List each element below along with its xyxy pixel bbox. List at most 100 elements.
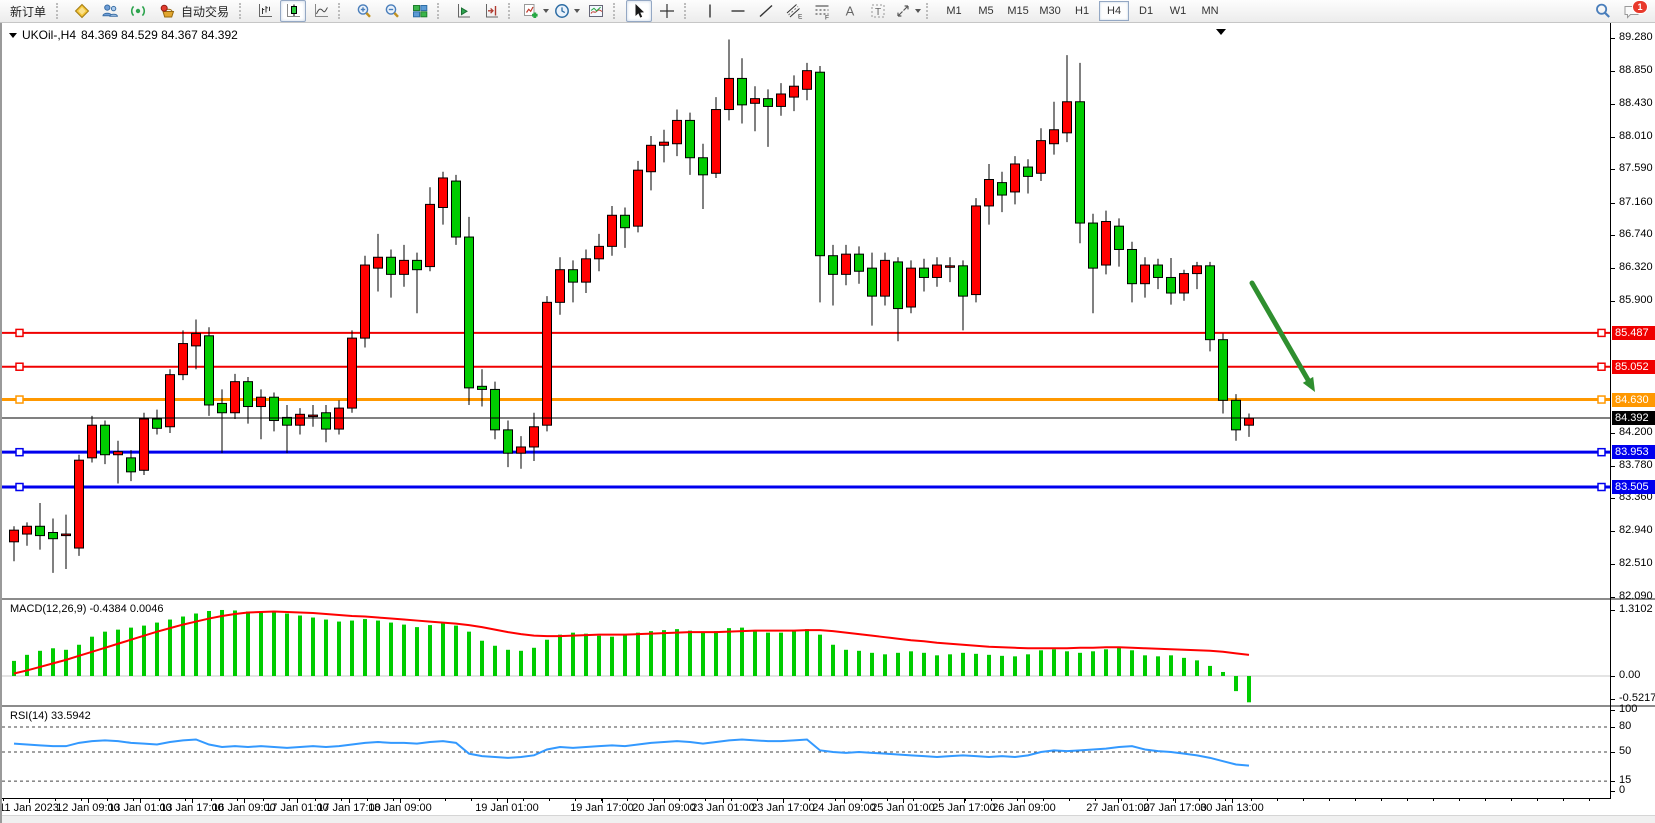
time-axis-label: 19 Jan 17:00: [570, 802, 634, 814]
vertical-line-icon: [701, 2, 719, 20]
time-axis-label: 23 Jan 17:00: [751, 802, 815, 814]
line-chart-button[interactable]: [308, 0, 334, 22]
horizontal-lines[interactable]: [2, 329, 1610, 490]
zoom-in-button[interactable]: [351, 0, 377, 22]
main-chart-canvas[interactable]: [2, 25, 1610, 598]
time-axis-label: 18 Jan 09:00: [368, 802, 432, 814]
price-axis-label: 82.940: [1619, 524, 1653, 536]
time-minor-tick: [185, 798, 186, 801]
people-icon: [101, 2, 119, 20]
cursor-icon: [630, 2, 648, 20]
chat-button[interactable]: 1: [1618, 0, 1644, 22]
price-line-tag: 84.630: [1612, 393, 1655, 407]
svg-text:T: T: [875, 7, 881, 18]
time-minor-tick: [1329, 798, 1330, 801]
timeframe-button-H1[interactable]: H1: [1067, 1, 1097, 21]
time-axis-label: 27 Jan 01:00: [1086, 802, 1150, 814]
price-line-tag: 85.487: [1612, 326, 1655, 340]
time-minor-tick: [3, 798, 4, 801]
zoom-out-icon: [383, 2, 401, 20]
chart-shift-marker[interactable]: [1216, 29, 1226, 35]
time-minor-tick: [1537, 798, 1538, 801]
timeframe-button-M5[interactable]: M5: [971, 1, 1001, 21]
equidistant-channel-button[interactable]: E: [781, 0, 807, 22]
periods-dropdown-caret[interactable]: [574, 9, 580, 13]
tile-windows-button[interactable]: [407, 0, 433, 22]
zoom-out-button[interactable]: [379, 0, 405, 22]
time-minor-tick: [211, 798, 212, 801]
data-window-button[interactable]: [97, 0, 123, 22]
symbol-dropdown-icon[interactable]: [9, 33, 17, 38]
search-button[interactable]: [1590, 0, 1616, 22]
time-minor-tick: [1589, 798, 1590, 801]
fibonacci-button[interactable]: F: [809, 0, 835, 22]
timeframe-button-M15[interactable]: M15: [1003, 1, 1033, 21]
price-axis-label: 86.320: [1619, 261, 1653, 273]
bar-chart-button[interactable]: [252, 0, 278, 22]
arrows-button[interactable]: [893, 0, 922, 22]
text-label-button[interactable]: T: [865, 0, 891, 22]
time-minor-tick: [445, 798, 446, 801]
periods-button[interactable]: [552, 0, 581, 22]
macd-canvas[interactable]: [2, 600, 1610, 705]
autotrading-label: 自动交易: [181, 3, 229, 20]
time-minor-tick: [1095, 798, 1096, 801]
time-minor-tick: [1433, 798, 1434, 801]
candlestick-chart-button[interactable]: [280, 0, 306, 22]
price-axis-label: 85.900: [1619, 294, 1653, 306]
price-axis-label: 84.200: [1619, 426, 1653, 438]
timeframe-button-W1[interactable]: W1: [1163, 1, 1193, 21]
navigator-button[interactable]: [125, 0, 151, 22]
macd-axis-tick: [1610, 610, 1615, 611]
price-axis-tick: [1610, 38, 1615, 39]
price-axis-tick: [1610, 235, 1615, 236]
rsi-axis-tick: [1610, 781, 1615, 782]
cursor-button[interactable]: [626, 0, 652, 22]
text-button[interactable]: A: [837, 0, 863, 22]
horizontal-line-icon: [729, 2, 747, 20]
toolbar-grip: [56, 3, 64, 19]
time-minor-tick: [1199, 798, 1200, 801]
search-icon: [1594, 2, 1612, 20]
rsi-label: RSI(14) 33.5942: [10, 710, 91, 722]
time-minor-tick: [1173, 798, 1174, 801]
toolbar-grip: [239, 3, 247, 19]
horizontal-line-button[interactable]: [725, 0, 751, 22]
macd-axis-tick: [1610, 699, 1615, 700]
time-minor-tick: [1381, 798, 1382, 801]
market-watch-button[interactable]: [69, 0, 95, 22]
templates-button[interactable]: [583, 0, 609, 22]
trendline-button[interactable]: [753, 0, 779, 22]
market-watch-icon: [73, 2, 91, 20]
timeframe-button-D1[interactable]: D1: [1131, 1, 1161, 21]
toolbar-grip: [508, 3, 516, 19]
trend-arrow[interactable]: [1252, 283, 1315, 392]
price-axis-tick: [1610, 301, 1615, 302]
price-axis-label: 88.850: [1619, 64, 1653, 76]
timeframe-button-M30[interactable]: M30: [1035, 1, 1065, 21]
auto-scroll-button[interactable]: [450, 0, 476, 22]
macd-axis-label: 1.3102: [1619, 603, 1653, 615]
svg-text:E: E: [798, 14, 803, 21]
new-order-button[interactable]: 新订单: [4, 0, 52, 22]
crosshair-button[interactable]: [654, 0, 680, 22]
indicators-button[interactable]: [521, 0, 550, 22]
vertical-line-button[interactable]: [697, 0, 723, 22]
arrows-dropdown-caret[interactable]: [915, 9, 921, 13]
time-minor-tick: [1069, 798, 1070, 801]
price-axis-tick: [1610, 531, 1615, 532]
indicators-dropdown-caret[interactable]: [543, 9, 549, 13]
time-minor-tick: [55, 798, 56, 801]
timeframe-button-H4[interactable]: H4: [1099, 1, 1129, 21]
price-axis-tick: [1610, 71, 1615, 72]
autotrading-button[interactable]: 自动交易: [153, 0, 235, 22]
rsi-axis-label: 0: [1619, 784, 1625, 796]
time-minor-tick: [991, 798, 992, 801]
clock-icon: [553, 2, 571, 20]
time-minor-tick: [549, 798, 550, 801]
chart-shift-button[interactable]: [478, 0, 504, 22]
timeframe-button-M1[interactable]: M1: [939, 1, 969, 21]
time-minor-tick: [965, 798, 966, 801]
timeframe-button-MN[interactable]: MN: [1195, 1, 1225, 21]
rsi-canvas[interactable]: [2, 707, 1610, 798]
